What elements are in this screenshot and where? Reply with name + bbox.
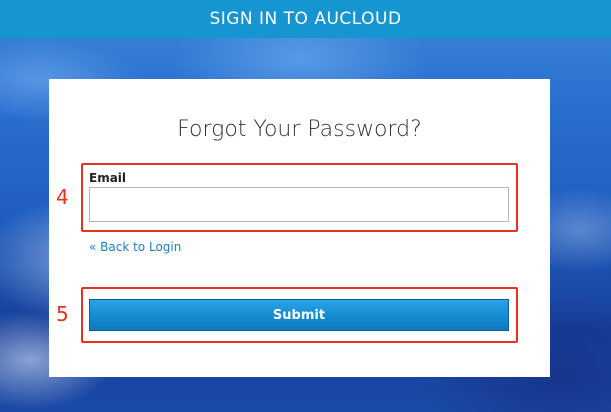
step-5-number: 5 [56, 302, 69, 326]
page-title: Forgot Your Password? [177, 117, 422, 142]
header-title: SIGN IN TO AUCLOUD [209, 9, 402, 29]
step-5-highlight-box [81, 287, 518, 343]
back-to-login-link[interactable]: « Back to Login [89, 240, 181, 254]
step-4-highlight-box [81, 163, 518, 232]
step-4-number: 4 [56, 185, 69, 209]
header-bar: SIGN IN TO AUCLOUD [0, 0, 611, 38]
